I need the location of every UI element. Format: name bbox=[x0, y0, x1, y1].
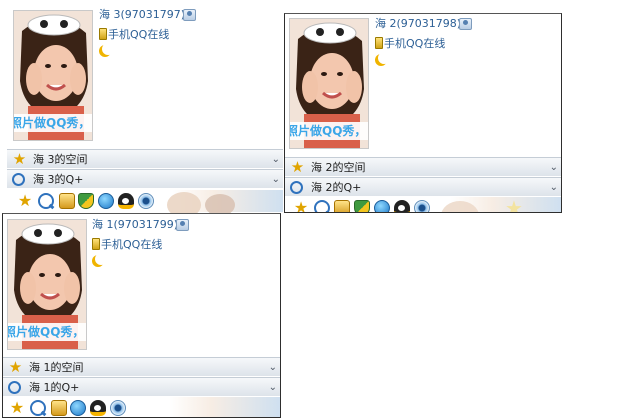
qplus-bar[interactable]: 海 1的Q+ ⌄ bbox=[3, 377, 280, 396]
star-icon: ★ bbox=[290, 158, 305, 176]
notebook-icon[interactable] bbox=[51, 400, 67, 416]
decorative-character bbox=[441, 201, 479, 212]
globe-icon[interactable] bbox=[374, 200, 390, 212]
space-bar[interactable]: ★ 海 2的空间 ⌄ bbox=[285, 157, 561, 176]
contact-card-icon[interactable] bbox=[183, 9, 196, 21]
mobile-phone-icon bbox=[99, 28, 107, 40]
qplus-icon[interactable] bbox=[314, 200, 330, 212]
notebook-icon[interactable] bbox=[334, 200, 350, 212]
app-toolbar: ★ bbox=[3, 397, 280, 417]
star-icon[interactable]: ★ bbox=[293, 200, 309, 213]
mobile-phone-icon bbox=[375, 37, 383, 49]
penguin-icon[interactable] bbox=[394, 200, 410, 212]
desktop: 照片做QQ秀， 海 3(97031797) 手机QQ在线 ★ 海 3的空间 ⌄ … bbox=[0, 0, 629, 418]
globe-icon[interactable] bbox=[70, 400, 86, 416]
photo-caption[interactable]: 照片做QQ秀， bbox=[14, 114, 92, 132]
crescent-moon-icon bbox=[375, 54, 387, 66]
avatar-photo[interactable]: 照片做QQ秀， bbox=[13, 10, 93, 141]
space-bar[interactable]: ★ 海 3的空间 ⌄ bbox=[7, 149, 283, 168]
star-icon: ★ bbox=[12, 150, 27, 168]
status-text: 手机QQ在线 bbox=[384, 37, 446, 50]
eye-icon[interactable] bbox=[138, 193, 154, 209]
online-status: 手机QQ在线 bbox=[99, 28, 169, 42]
avatar-photo[interactable]: 照片做QQ秀， bbox=[7, 219, 87, 350]
contact-card-icon[interactable] bbox=[176, 219, 189, 231]
space-bar[interactable]: ★ 海 1的空间 ⌄ bbox=[3, 357, 280, 376]
crescent-moon-icon bbox=[99, 45, 111, 57]
photo-caption[interactable]: 照片做QQ秀， bbox=[290, 122, 368, 140]
space-label: 海 1的空间 bbox=[29, 361, 84, 374]
app-toolbar: ★ bbox=[7, 190, 283, 216]
qplus-icon bbox=[290, 181, 303, 194]
star-icon: ★ bbox=[8, 358, 23, 376]
eye-icon[interactable] bbox=[414, 200, 430, 212]
space-label: 海 3的空间 bbox=[33, 153, 88, 166]
chevron-down-icon[interactable]: ⌄ bbox=[272, 170, 280, 189]
chevron-down-icon[interactable]: ⌄ bbox=[269, 378, 277, 397]
star-icon[interactable]: ★ bbox=[17, 193, 33, 209]
contact-card-icon[interactable] bbox=[459, 18, 472, 30]
qplus-bar[interactable]: 海 3的Q+ ⌄ bbox=[7, 169, 283, 188]
eye-icon[interactable] bbox=[110, 400, 126, 416]
nickname: 海 1(97031799) bbox=[92, 218, 179, 231]
globe-icon[interactable] bbox=[98, 193, 114, 209]
qplus-icon[interactable] bbox=[38, 193, 54, 209]
contact-card-hai2: 照片做QQ秀， 海 2(97031798) 手机QQ在线 ★ 海 2的空间 ⌄ … bbox=[284, 13, 562, 213]
chevron-down-icon[interactable]: ⌄ bbox=[550, 178, 558, 197]
chevron-down-icon[interactable]: ⌄ bbox=[550, 158, 558, 177]
penguin-icon[interactable] bbox=[90, 400, 106, 416]
status-text: 手机QQ在线 bbox=[108, 28, 170, 41]
contact-card-hai3: 照片做QQ秀， 海 3(97031797) 手机QQ在线 ★ 海 3的空间 ⌄ … bbox=[7, 4, 283, 216]
mobile-phone-icon bbox=[92, 238, 100, 250]
photo-caption[interactable]: 照片做QQ秀， bbox=[8, 323, 86, 341]
contact-card-hai1: 照片做QQ秀， 海 1(97031799) 手机QQ在线 ★ 海 1的空间 ⌄ … bbox=[2, 213, 281, 418]
qplus-bar[interactable]: 海 2的Q+ ⌄ bbox=[285, 177, 561, 196]
nickname: 海 3(97031797) bbox=[99, 8, 186, 21]
qplus-label: 海 1的Q+ bbox=[29, 381, 80, 394]
star-icon[interactable]: ★ bbox=[9, 400, 25, 416]
qplus-label: 海 2的Q+ bbox=[311, 181, 362, 194]
online-status: 手机QQ在线 bbox=[92, 238, 162, 252]
online-status: 手机QQ在线 bbox=[375, 37, 445, 51]
penguin-icon[interactable] bbox=[118, 193, 134, 209]
shield-icon[interactable] bbox=[78, 193, 94, 209]
qplus-icon bbox=[12, 173, 25, 186]
decorative-star-icon: ★ bbox=[505, 196, 523, 213]
qplus-icon[interactable] bbox=[30, 400, 46, 416]
qplus-label: 海 3的Q+ bbox=[33, 173, 84, 186]
qplus-icon bbox=[8, 381, 21, 394]
nickname: 海 2(97031798) bbox=[375, 17, 462, 30]
shield-icon[interactable] bbox=[354, 200, 370, 212]
space-label: 海 2的空间 bbox=[311, 161, 366, 174]
status-text: 手机QQ在线 bbox=[101, 238, 163, 251]
crescent-moon-icon bbox=[92, 255, 104, 267]
notebook-icon[interactable] bbox=[59, 193, 75, 209]
avatar-photo[interactable]: 照片做QQ秀， bbox=[289, 18, 369, 149]
chevron-down-icon[interactable]: ⌄ bbox=[269, 358, 277, 377]
chevron-down-icon[interactable]: ⌄ bbox=[272, 150, 280, 169]
app-toolbar: ★ ★ bbox=[285, 196, 561, 213]
